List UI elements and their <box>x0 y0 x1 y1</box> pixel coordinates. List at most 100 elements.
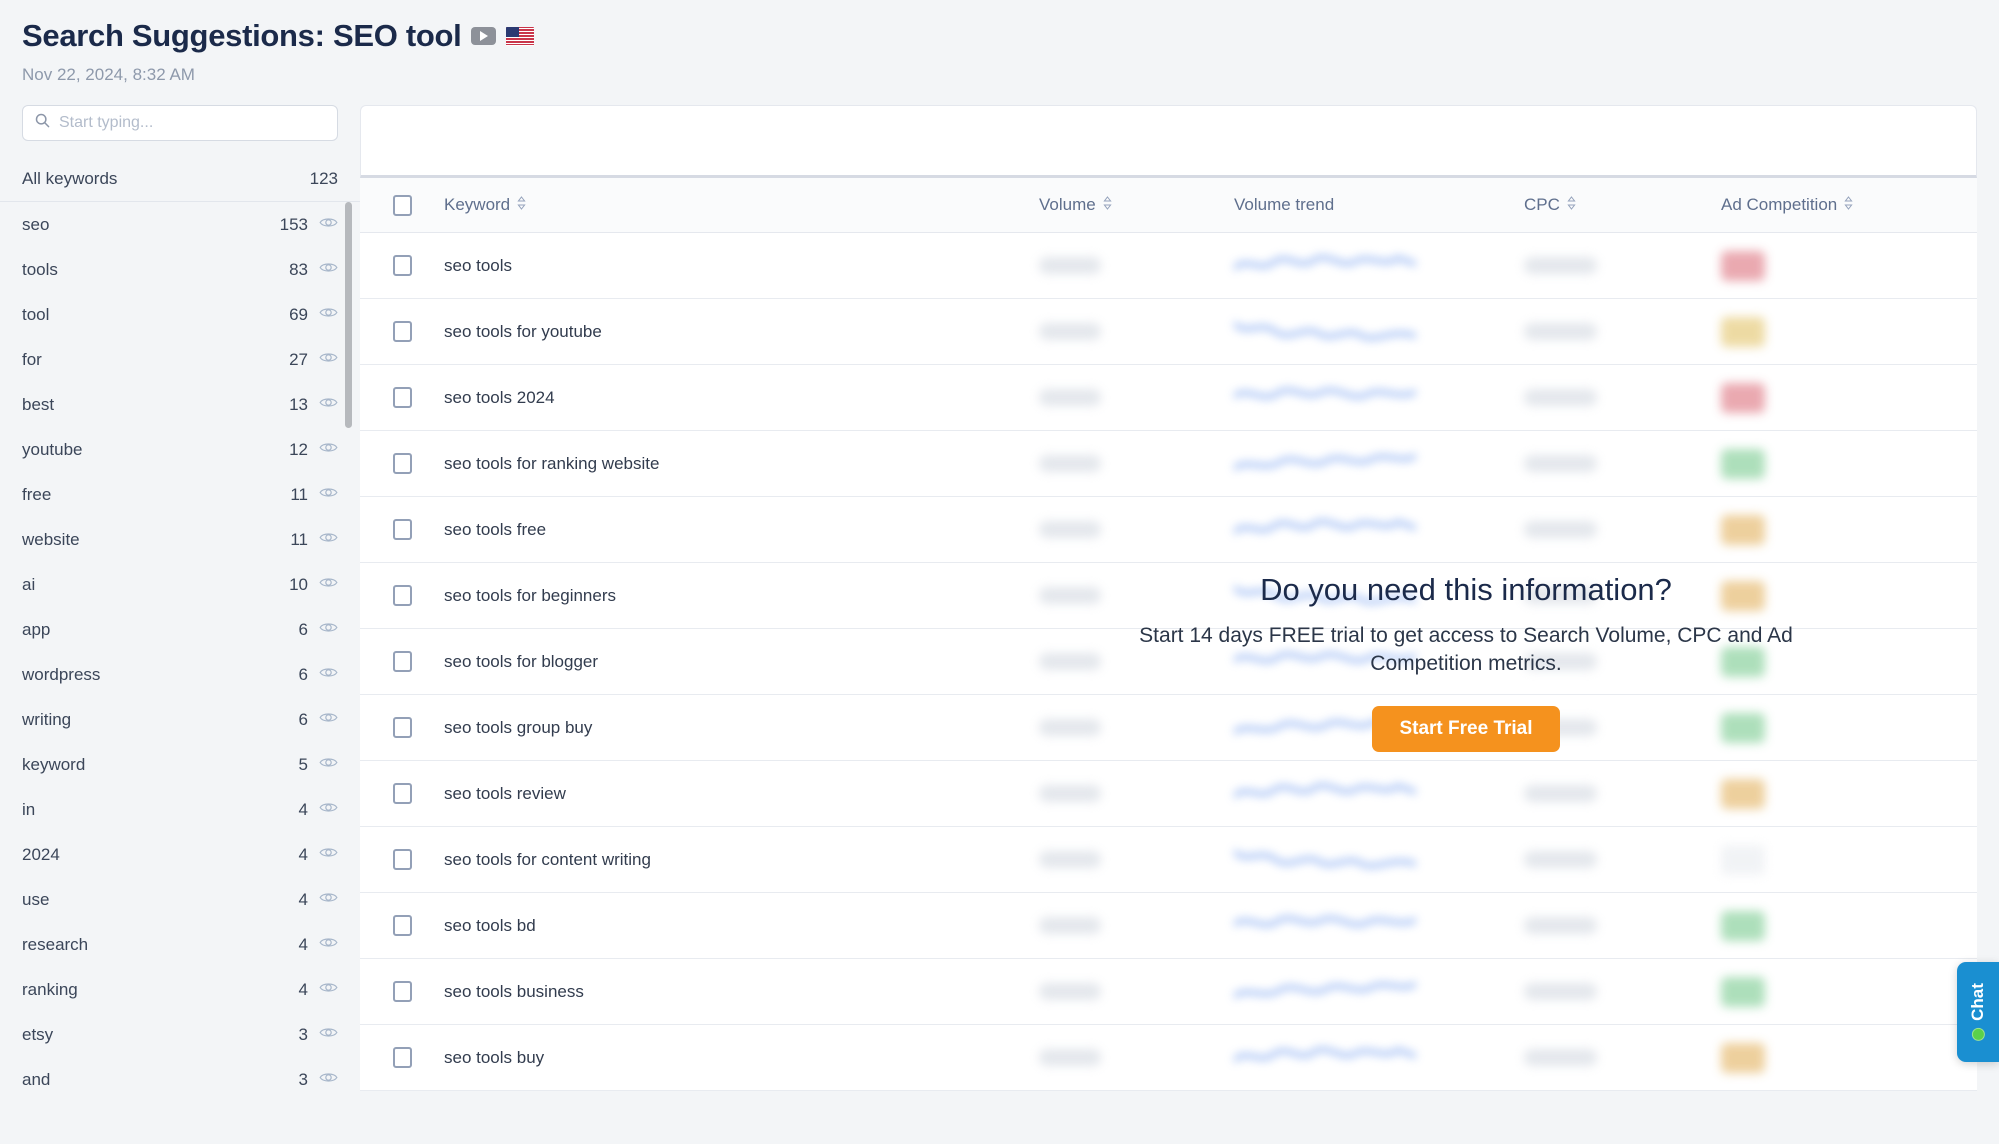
eye-icon[interactable] <box>319 621 338 639</box>
row-select-cell[interactable] <box>360 915 444 936</box>
row-checkbox[interactable] <box>392 717 412 738</box>
sidebar-keyword-row[interactable]: youtube 12 <box>0 427 360 472</box>
row-checkbox[interactable] <box>392 585 412 606</box>
sidebar-keyword-row[interactable]: for 27 <box>0 337 360 382</box>
row-select-cell[interactable] <box>360 849 444 870</box>
sidebar-keyword-row[interactable]: best 13 <box>0 382 360 427</box>
eye-icon[interactable] <box>319 936 338 954</box>
sort-icon[interactable] <box>517 195 526 215</box>
table-row[interactable]: seo tools review <box>360 761 1977 827</box>
sidebar-keyword-row[interactable]: ai 10 <box>0 562 360 607</box>
row-checkbox[interactable] <box>392 387 412 408</box>
select-all-cell[interactable] <box>360 194 444 216</box>
row-checkbox[interactable] <box>392 453 412 474</box>
sidebar-keyword-row[interactable]: ranking 4 <box>0 967 360 1012</box>
row-select-cell[interactable] <box>360 519 444 540</box>
sidebar-keyword-count: 4 <box>298 889 308 909</box>
sidebar-keyword-row[interactable]: app 6 <box>0 607 360 652</box>
row-select-cell[interactable] <box>360 255 444 276</box>
row-select-cell[interactable] <box>360 783 444 804</box>
table-row[interactable]: seo tools business <box>360 959 1977 1025</box>
search-box[interactable] <box>22 105 338 141</box>
row-select-cell[interactable] <box>360 1047 444 1068</box>
row-checkbox[interactable] <box>392 255 412 276</box>
sidebar-keyword-row[interactable]: in 4 <box>0 787 360 832</box>
eye-icon[interactable] <box>319 1071 338 1089</box>
column-header-ad-competition[interactable]: Ad Competition <box>1721 195 1977 215</box>
row-select-cell[interactable] <box>360 717 444 738</box>
table-row[interactable]: seo tools free <box>360 497 1977 563</box>
row-checkbox[interactable] <box>392 783 412 804</box>
sidebar-keyword-row[interactable]: writing 6 <box>0 697 360 742</box>
row-select-cell[interactable] <box>360 981 444 1002</box>
table-row[interactable]: seo tools for content writing <box>360 827 1977 893</box>
row-select-cell[interactable] <box>360 453 444 474</box>
eye-icon[interactable] <box>319 891 338 909</box>
sidebar-keyword-row[interactable]: seo 153 <box>0 202 360 247</box>
sidebar-keyword-row[interactable]: tool 69 <box>0 292 360 337</box>
sidebar-keyword-row[interactable]: 2024 4 <box>0 832 360 877</box>
sidebar-scrollbar-thumb[interactable] <box>345 202 352 428</box>
row-cpc-cell <box>1524 785 1721 802</box>
row-select-cell[interactable] <box>360 387 444 408</box>
column-header-cpc[interactable]: CPC <box>1524 195 1721 215</box>
eye-icon[interactable] <box>319 1026 338 1044</box>
row-select-cell[interactable] <box>360 321 444 342</box>
sidebar-keyword-row[interactable]: wordpress 6 <box>0 652 360 697</box>
sidebar-keyword-row[interactable]: keyword 5 <box>0 742 360 787</box>
sidebar-keyword-row[interactable]: tools 83 <box>0 247 360 292</box>
eye-icon[interactable] <box>319 306 338 324</box>
eye-icon[interactable] <box>319 216 338 234</box>
sidebar-keyword-count: 69 <box>289 304 308 324</box>
sort-icon[interactable] <box>1103 195 1112 215</box>
sort-icon[interactable] <box>1844 195 1853 215</box>
row-checkbox[interactable] <box>392 849 412 870</box>
table-row[interactable]: seo tools 2024 <box>360 365 1977 431</box>
start-free-trial-button[interactable]: Start Free Trial <box>1372 705 1560 752</box>
table-row[interactable]: seo tools for youtube <box>360 299 1977 365</box>
eye-icon[interactable] <box>319 711 338 729</box>
table-row[interactable]: seo tools <box>360 233 1977 299</box>
sidebar-keyword-row[interactable]: and 3 <box>0 1057 360 1102</box>
eye-icon[interactable] <box>319 396 338 414</box>
table-row[interactable]: seo tools bd <box>360 893 1977 959</box>
row-checkbox[interactable] <box>392 981 412 1002</box>
row-checkbox[interactable] <box>392 1047 412 1068</box>
row-select-cell[interactable] <box>360 651 444 672</box>
table-row[interactable]: seo tools for ranking website <box>360 431 1977 497</box>
eye-icon[interactable] <box>319 486 338 504</box>
row-volume-cell <box>1039 785 1234 802</box>
eye-icon[interactable] <box>319 531 338 549</box>
eye-icon[interactable] <box>319 261 338 279</box>
row-ad-competition-cell <box>1721 514 1977 545</box>
row-checkbox[interactable] <box>392 651 412 672</box>
select-all-checkbox[interactable] <box>392 194 412 216</box>
sidebar-item-all-keywords[interactable]: All keywords 123 <box>0 157 360 202</box>
eye-icon[interactable] <box>319 981 338 999</box>
sort-icon[interactable] <box>1567 195 1576 215</box>
sidebar-keyword-row[interactable]: free 11 <box>0 472 360 517</box>
sidebar-keyword-row[interactable]: use 4 <box>0 877 360 922</box>
eye-icon[interactable] <box>319 666 338 684</box>
cpc-placeholder <box>1524 917 1597 934</box>
sidebar-scrollbar-track[interactable] <box>345 202 356 1102</box>
column-header-volume-label: Volume <box>1039 195 1096 214</box>
chat-widget[interactable]: Chat <box>1957 962 1999 1062</box>
sidebar-keyword-row[interactable]: research 4 <box>0 922 360 967</box>
eye-icon[interactable] <box>319 441 338 459</box>
row-checkbox[interactable] <box>392 519 412 540</box>
eye-icon[interactable] <box>319 576 338 594</box>
sidebar-keyword-row[interactable]: etsy 3 <box>0 1012 360 1057</box>
eye-icon[interactable] <box>319 846 338 864</box>
eye-icon[interactable] <box>319 756 338 774</box>
row-checkbox[interactable] <box>392 321 412 342</box>
column-header-volume[interactable]: Volume <box>1039 195 1234 215</box>
column-header-keyword[interactable]: Keyword <box>444 195 1039 215</box>
row-select-cell[interactable] <box>360 585 444 606</box>
eye-icon[interactable] <box>319 801 338 819</box>
row-checkbox[interactable] <box>392 915 412 936</box>
search-input[interactable] <box>59 114 325 132</box>
table-row[interactable]: seo tools buy <box>360 1025 1977 1091</box>
eye-icon[interactable] <box>319 351 338 369</box>
sidebar-keyword-row[interactable]: website 11 <box>0 517 360 562</box>
